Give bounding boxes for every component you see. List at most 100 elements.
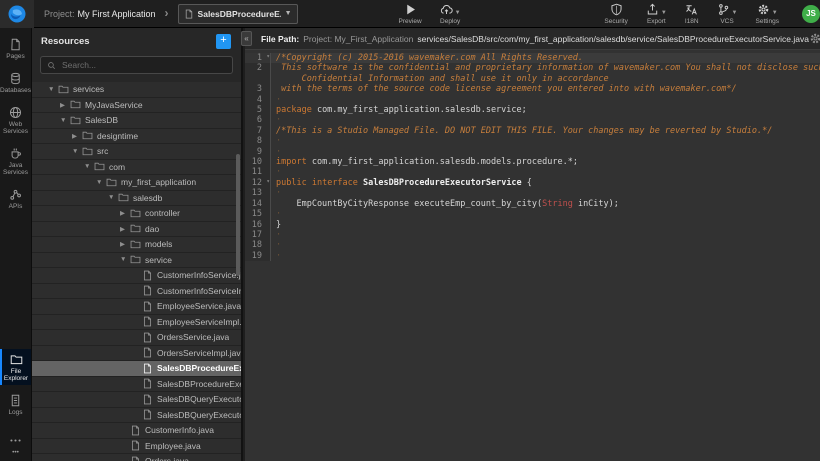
code-fold-icon[interactable]: ▾ [266, 177, 270, 187]
code-editor[interactable]: 1▾/*Copyright (c) 2015-2016 wavemaker.co… [245, 50, 820, 461]
chevron-collapsed-icon[interactable]: ▶ [120, 225, 130, 233]
editor-settings-gear-icon[interactable] [809, 32, 820, 45]
line-number: 15 [245, 209, 271, 219]
chevron-collapsed-icon[interactable]: ▶ [120, 240, 130, 248]
folder-icon [130, 254, 141, 265]
tree-item-models[interactable]: ▶models [32, 237, 241, 253]
sidebar-item-label: Databases [0, 87, 31, 94]
folder-icon [106, 177, 117, 188]
chevron-expanded-icon[interactable]: ▼ [108, 194, 118, 201]
tree-item-src[interactable]: ▼ src [32, 144, 241, 160]
tree-item-orders-java[interactable]: Orders.java [32, 454, 241, 461]
tree-item-customerinfo-java[interactable]: CustomerInfo.java [32, 423, 241, 439]
code-text: import com.my_first_application.salesdb.… [271, 157, 820, 167]
code-text: · [271, 95, 820, 105]
sidebar-item-label: Logs [8, 409, 22, 416]
tree-item-label: SalesDBQueryExecutorService.java [157, 394, 241, 404]
action-deploy-button[interactable]: ▼Deploy [440, 3, 461, 25]
tree-item-salesdb[interactable]: ▼SalesDB [32, 113, 241, 129]
action-security-label: Security [604, 18, 627, 25]
action-i18n-button[interactable]: I18N [685, 3, 699, 25]
code-text: package com.my_first_application.salesdb… [271, 105, 820, 115]
sidebar-item-label: ••• [12, 449, 19, 456]
tree-item-com[interactable]: ▼ com [32, 160, 241, 176]
sidebar-item-web-services[interactable]: Web Services [0, 102, 31, 138]
file-icon [142, 347, 153, 358]
tree-item-label: CustomerInfoServiceImpl.java [157, 286, 241, 296]
line-number: 1▾ [245, 53, 271, 63]
code-fold-icon[interactable]: ▾ [266, 52, 270, 62]
chevron-collapsed-icon[interactable]: ▶ [72, 132, 82, 140]
action-i18n-label: I18N [685, 18, 699, 25]
collapse-panel-button[interactable]: « [241, 31, 252, 46]
chevron-collapsed-icon[interactable]: ▶ [60, 101, 70, 109]
tree-item-label: Employee.java [145, 441, 201, 451]
tree-item-my-first-application[interactable]: ▼my_first_application [32, 175, 241, 191]
sidebar-item-databases[interactable]: Databases [0, 68, 31, 97]
chevron-expanded-icon[interactable]: ▼ [120, 256, 130, 263]
tree-item-employeeserviceimpl-java[interactable]: EmployeeServiceImpl.java [32, 315, 241, 331]
action-security-button[interactable]: Security [604, 3, 627, 25]
file-icon [142, 394, 153, 405]
tree-item-label: src [97, 146, 108, 156]
avatar[interactable]: JS [802, 5, 820, 23]
tree-item-label: services [73, 84, 104, 94]
code-text: with the terms of the source code licens… [271, 84, 820, 94]
tree-item-salesdbqueryexecutorserviceimpl-java[interactable]: SalesDBQueryExecutorServiceImpl.java [32, 408, 241, 424]
tree-item-customerinfoservice-java[interactable]: CustomerInfoService.java [32, 268, 241, 284]
tree-item-employeeservice-java[interactable]: EmployeeService.java [32, 299, 241, 315]
add-resource-button[interactable]: + [216, 34, 231, 49]
tree-item-label: com [109, 162, 125, 172]
tree-item-label: service [145, 255, 172, 265]
tree-item-ordersserviceimpl-java[interactable]: OrdersServiceImpl.java [32, 346, 241, 362]
line-number: 10 [245, 157, 271, 167]
tree-item-myjavaservice[interactable]: ▶MyJavaService [32, 98, 241, 114]
wavemaker-logo[interactable] [0, 0, 34, 28]
sidebar-item-[interactable]: ••• [0, 430, 31, 459]
cloud-upload-icon [440, 3, 453, 16]
tree-item-salesdb[interactable]: ▼salesdb [32, 191, 241, 207]
sidebar-item-file-explorer[interactable]: File Explorer [0, 349, 31, 385]
main-area: File Path: Project: My_First_Application… [245, 28, 820, 461]
chevron-expanded-icon[interactable]: ▼ [84, 163, 94, 170]
file-icon [130, 456, 141, 461]
java-services-icon [9, 147, 22, 160]
tree-scrollbar[interactable] [236, 154, 240, 276]
open-file-dropdown[interactable]: SalesDBProcedureE... ▼ [178, 4, 298, 24]
code-text: · [271, 209, 820, 219]
project-label: Project: [44, 9, 75, 19]
code-text: · [271, 167, 820, 177]
code-line-4: 4· [245, 95, 820, 105]
tree-item-salesdbprocedureexecutorserviceimpl-java[interactable]: SalesDBProcedureExecutorServiceImpl.java [32, 377, 241, 393]
tree-item-salesdbqueryexecutorservice-java[interactable]: SalesDBQueryExecutorService.java [32, 392, 241, 408]
tree-item-salesdbprocedureexecutorservice-java[interactable]: SalesDBProcedureExecutorService.java [32, 361, 241, 377]
sidebar-item-apis[interactable]: APIs [0, 184, 31, 213]
chevron-expanded-icon[interactable]: ▼ [48, 86, 58, 93]
tree-item-ordersservice-java[interactable]: OrdersService.java [32, 330, 241, 346]
action-export-label: Export [647, 18, 666, 25]
tree-item-employee-java[interactable]: Employee.java [32, 439, 241, 455]
sidebar-item-java-services[interactable]: Java Services [0, 143, 31, 179]
tree-item-label: SalesDBProcedureExecutorServiceImpl.java [157, 379, 241, 389]
chevron-expanded-icon[interactable]: ▼ [60, 117, 70, 124]
tree-item-controller[interactable]: ▶controller [32, 206, 241, 222]
chevron-collapsed-icon[interactable]: ▶ [120, 209, 130, 217]
tree-item-services[interactable]: ▼ services [32, 82, 241, 98]
action-settings-button[interactable]: ▼Settings [756, 3, 780, 25]
folder-icon [70, 115, 81, 126]
search-input[interactable] [60, 59, 226, 71]
tree-item-dao[interactable]: ▶dao [32, 222, 241, 238]
action-preview-button[interactable]: Preview [399, 3, 422, 25]
action-export-button[interactable]: ▼Export [646, 3, 667, 25]
tree-item-service[interactable]: ▼ service [32, 253, 241, 269]
chevron-expanded-icon[interactable]: ▼ [72, 148, 82, 155]
tree-item-designtime[interactable]: ▶designtime [32, 129, 241, 145]
shield-icon [610, 3, 623, 16]
line-number: 14 [245, 199, 271, 209]
code-line-8: 8· [245, 136, 820, 146]
sidebar-item-logs[interactable]: Logs [0, 390, 31, 419]
sidebar-item-pages[interactable]: Pages [0, 34, 31, 63]
action-vcs-button[interactable]: ▼VCS [717, 3, 738, 25]
chevron-expanded-icon[interactable]: ▼ [96, 179, 106, 186]
tree-item-customerinfoserviceimpl-java[interactable]: CustomerInfoServiceImpl.java [32, 284, 241, 300]
